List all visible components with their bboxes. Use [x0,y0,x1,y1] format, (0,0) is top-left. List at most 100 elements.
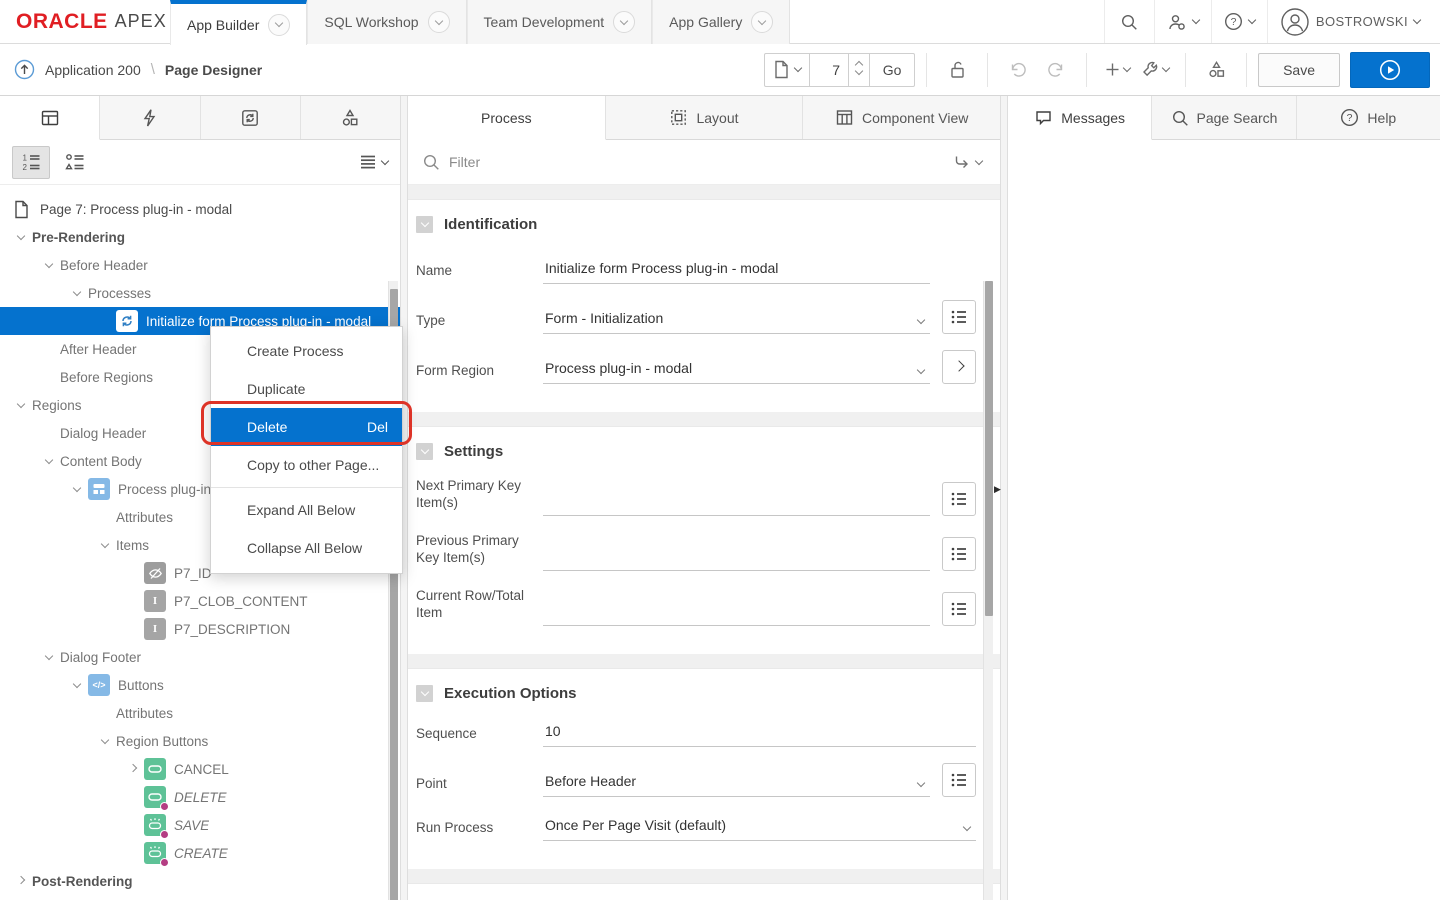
tree-item-dialog-footer[interactable]: Dialog Footer [0,643,400,671]
tree-view-type-button[interactable] [56,146,94,179]
property-scrollbar[interactable] [983,281,993,900]
go-to-component-button[interactable] [942,350,976,384]
tree-collapse-icon[interactable] [10,236,32,239]
page-lock-button[interactable] [938,53,976,87]
shared-components-button[interactable] [1197,53,1235,87]
left-tab-dynamic-actions-icon[interactable] [100,96,200,139]
nav-tab-sql-workshop[interactable]: SQL Workshop [307,0,466,44]
property-filter-input[interactable] [449,154,944,170]
tree-item-label: Before Regions [60,370,153,385]
tab-menu-badge[interactable] [268,14,290,36]
field-input[interactable]: Initialize form Process plug-in - modal [543,256,930,284]
field-input[interactable] [543,488,930,516]
tree-item-page-7-process-plug-in-modal[interactable]: Page 7: Process plug-in - modal [0,195,400,223]
center-tab-component-view[interactable]: Component View [803,96,1000,139]
list-of-values-button[interactable] [942,763,976,797]
field-select[interactable]: Form - Initialization [543,306,930,334]
tree-item-p7-clob-content[interactable]: IP7_CLOB_CONTENT [0,587,400,615]
undo-button[interactable] [999,53,1037,87]
tree-collapse-icon[interactable] [66,292,88,295]
right-tab-help[interactable]: ?Help [1297,96,1440,139]
tab-menu-badge[interactable] [428,11,450,33]
field-select[interactable]: Process plug-in - modal [543,356,930,384]
page-number-input[interactable]: 7 [809,53,849,87]
menu-item-create-process[interactable]: Create Process [211,332,402,370]
tree-collapse-icon[interactable] [38,264,60,267]
menu-item-expand-all-below[interactable]: Expand All Below [211,491,402,529]
field-input[interactable] [543,598,930,626]
center-tab-process[interactable]: Process [408,96,606,140]
list-of-values-button[interactable] [942,592,976,626]
left-tab-processing-icon[interactable] [201,96,301,139]
nav-tab-app-gallery[interactable]: App Gallery [652,0,790,44]
field-input[interactable] [543,543,930,571]
tree-item-buttons[interactable]: </>Buttons [0,671,400,699]
menu-item-duplicate[interactable]: Duplicate [211,370,402,408]
right-tab-page-search[interactable]: Page Search [1152,96,1296,139]
save-button[interactable]: Save [1258,53,1340,87]
tree-expand-icon[interactable] [122,768,144,771]
tree-collapse-icon[interactable] [94,544,116,547]
chevron-down-icon [1248,16,1256,24]
tree-item-create[interactable]: CREATE [0,839,400,867]
property-scrollbar-thumb[interactable] [985,281,993,616]
tree-item-delete[interactable]: DELETE [0,783,400,811]
go-to-group-button[interactable] [953,154,986,170]
splitter-collapse-handle[interactable]: ▶ [994,484,1001,495]
page-number-stepper[interactable] [848,53,870,87]
left-tab-rendering-grid-icon[interactable] [0,96,100,140]
tree-collapse-icon[interactable] [94,740,116,743]
tree-item-p7-description[interactable]: IP7_DESCRIPTION [0,615,400,643]
center-panel-tabs: ProcessLayoutComponent View [408,96,1000,140]
tree-item-attributes[interactable]: Attributes [0,699,400,727]
redo-button[interactable] [1037,53,1075,87]
tree-collapse-icon[interactable] [38,460,60,463]
tab-menu-badge[interactable] [613,11,635,33]
tree-collapse-icon[interactable] [66,488,88,491]
list-of-values-button[interactable] [942,482,976,516]
utilities-menu-button[interactable] [1136,53,1174,87]
tree-expand-icon[interactable] [10,880,32,883]
section-collapse-icon[interactable] [416,685,433,702]
tree-collapse-icon[interactable] [66,684,88,687]
go-to-page-button[interactable]: Go [869,53,915,87]
up-to-application-icon[interactable] [14,59,35,80]
create-menu-button[interactable] [1098,53,1136,87]
list-of-values-button[interactable] [942,300,976,334]
global-search-button[interactable] [1104,0,1154,43]
tree-item-label: P7_ID [174,566,212,581]
menu-item-copy-to-other-page[interactable]: Copy to other Page... [211,446,402,484]
field-select[interactable]: Once Per Page Visit (default) [543,813,976,841]
tree-item-pre-rendering[interactable]: Pre-Rendering [0,223,400,251]
tree-item-region-buttons[interactable]: Region Buttons [0,727,400,755]
nav-tab-app-builder[interactable]: App Builder [170,0,307,45]
tree-item-processes[interactable]: Processes [0,279,400,307]
list-of-values-button[interactable] [942,537,976,571]
tree-item-save[interactable]: SAVE [0,811,400,839]
right-splitter[interactable]: ▶ [1000,96,1008,900]
section-collapse-icon[interactable] [416,216,433,233]
run-page-button[interactable] [1350,52,1430,88]
tree-view-order-button[interactable]: 12 [12,146,50,179]
administration-menu-button[interactable] [1154,0,1211,43]
page-picker-button[interactable] [764,53,810,87]
center-tab-layout[interactable]: Layout [606,96,804,139]
nav-tab-team-development[interactable]: Team Development [467,0,653,44]
tree-collapse-icon[interactable] [10,404,32,407]
tree-item-before-header[interactable]: Before Header [0,251,400,279]
menu-item-delete[interactable]: DeleteDel [211,408,402,446]
field-input[interactable]: 10 [543,719,976,747]
help-menu-button[interactable]: ? [1211,0,1267,43]
tree-collapse-icon[interactable] [38,656,60,659]
field-select[interactable]: Before Header [543,769,930,797]
menu-item-collapse-all-below[interactable]: Collapse All Below [211,529,402,567]
tree-item-post-rendering[interactable]: Post-Rendering [0,867,400,895]
left-tab-page-shared-components-icon[interactable] [301,96,400,139]
breadcrumb-application[interactable]: Application 200 [45,62,141,78]
tab-menu-badge[interactable] [751,11,773,33]
section-collapse-icon[interactable] [416,443,433,460]
tree-menu-button[interactable] [359,154,388,170]
right-tab-messages[interactable]: Messages [1008,96,1152,140]
user-account-menu[interactable]: BOSTROWSKI [1267,0,1440,43]
tree-item-cancel[interactable]: CANCEL [0,755,400,783]
